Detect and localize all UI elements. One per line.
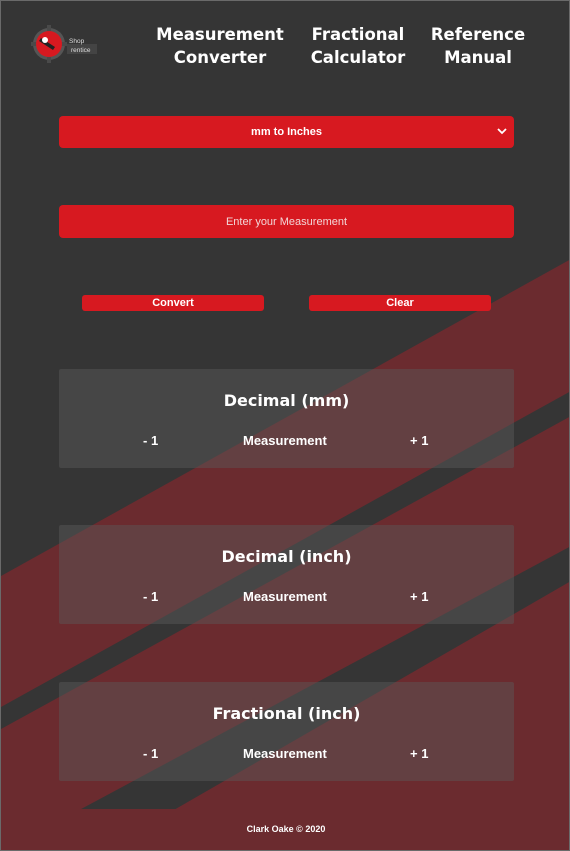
- decrement-button[interactable]: - 1: [143, 433, 158, 448]
- result-card-fractional-inch: Fractional (inch) - 1 Measurement + 1: [59, 682, 514, 781]
- measurement-value: Measurement: [243, 589, 327, 604]
- increment-button[interactable]: + 1: [410, 433, 428, 448]
- card-title: Decimal (inch): [221, 547, 352, 566]
- footer-copyright: Clark Oake © 2020: [246, 824, 326, 834]
- chevron-down-icon: [497, 128, 507, 135]
- result-card-decimal-mm: Decimal (mm) - 1 Measurement + 1: [59, 369, 514, 468]
- increment-button[interactable]: + 1: [410, 589, 428, 604]
- measurement-input[interactable]: [59, 205, 514, 238]
- logo-text-bottom: rentice: [71, 47, 91, 54]
- nav-measurement-converter[interactable]: Measurement Converter: [155, 23, 285, 69]
- nav-label-line1: Fractional: [311, 25, 405, 44]
- nav-label-line2: Calculator: [310, 48, 406, 67]
- convert-button[interactable]: Convert: [82, 295, 264, 311]
- nav-fractional-calculator[interactable]: Fractional Calculator: [293, 23, 423, 69]
- app-frame: Shop rentice Measurement Converter Fract…: [0, 0, 570, 851]
- decrement-button[interactable]: - 1: [143, 589, 158, 604]
- card-title: Fractional (inch): [212, 704, 361, 723]
- nav-label-line1: Measurement: [156, 25, 284, 44]
- card-title: Decimal (mm): [223, 391, 350, 410]
- measurement-value: Measurement: [243, 433, 327, 448]
- conversion-mode-select[interactable]: mm to Inches: [59, 116, 514, 148]
- nav-label-line2: Converter: [173, 48, 267, 67]
- nav-label-line1: Reference: [430, 25, 526, 44]
- nav-label-line2: Manual: [444, 48, 512, 67]
- logo-text-top: Shop: [69, 38, 85, 45]
- nav-reference-manual[interactable]: Reference Manual: [413, 23, 543, 69]
- decrement-button[interactable]: - 1: [143, 746, 158, 761]
- logo[interactable]: Shop rentice: [31, 25, 103, 65]
- result-card-decimal-inch: Decimal (inch) - 1 Measurement + 1: [59, 525, 514, 624]
- measurement-value: Measurement: [243, 746, 327, 761]
- increment-button[interactable]: + 1: [410, 746, 428, 761]
- conversion-mode-value: mm to Inches: [251, 126, 322, 138]
- clear-button[interactable]: Clear: [309, 295, 491, 311]
